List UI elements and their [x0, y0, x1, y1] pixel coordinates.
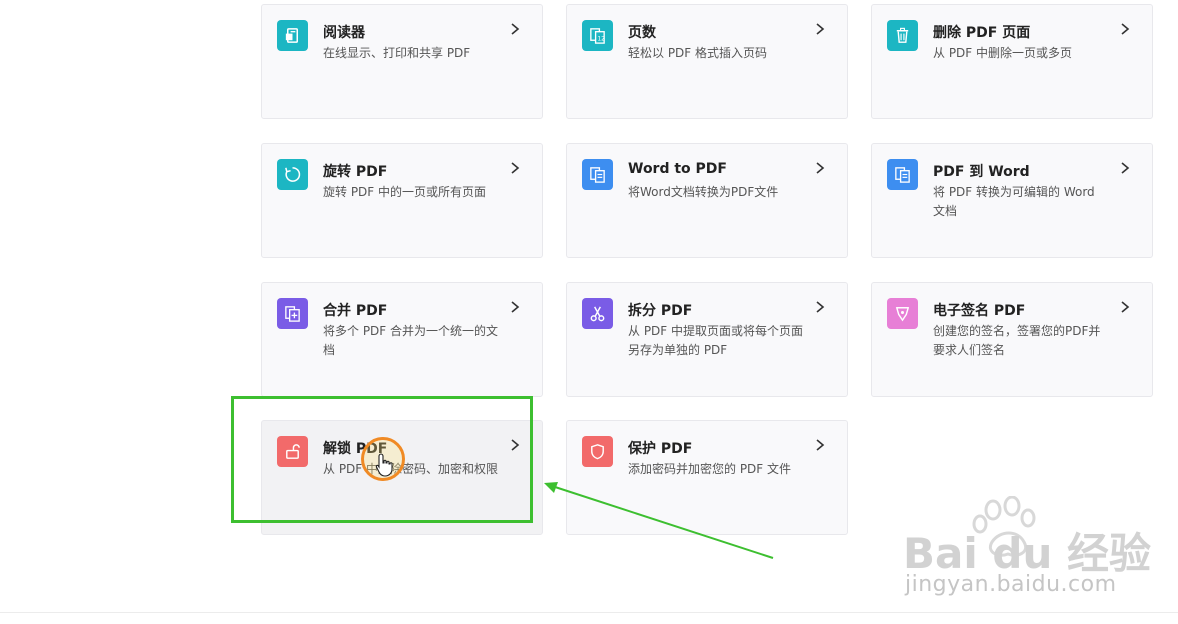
card-delete-pages[interactable]: 删除 PDF 页面 从 PDF 中删除一页或多页 — [871, 4, 1153, 119]
card-merge[interactable]: 合并 PDF 将多个 PDF 合并为一个统一的文档 — [261, 282, 543, 397]
card-title: 删除 PDF 页面 — [933, 25, 1031, 41]
card-description: 轻松以 PDF 格式插入页码 — [628, 46, 768, 60]
pen-nib-icon — [887, 298, 918, 329]
chevron-right-icon — [511, 301, 520, 313]
chevron-right-icon — [816, 439, 825, 451]
chevron-right-icon — [511, 23, 520, 35]
card-title: 拆分 PDF — [628, 303, 693, 319]
card-title: 保护 PDF — [628, 441, 693, 457]
page: 阅读器 在线显示、打印和共享 PDF 12 页数 轻松以 PDF 格式插入页码 … — [0, 0, 1178, 624]
card-title: PDF 到 Word — [933, 164, 1030, 180]
chevron-right-icon — [1121, 301, 1130, 313]
card-reader[interactable]: 阅读器 在线显示、打印和共享 PDF — [261, 4, 543, 119]
card-split[interactable]: 拆分 PDF 从 PDF 中提取页面或将每个页面另存为单独的 PDF — [566, 282, 848, 397]
page-numbers-icon: 12 — [582, 20, 613, 51]
chevron-right-icon — [816, 162, 825, 174]
watermark-url: jingyan.baidu.com — [905, 572, 1117, 597]
card-title: 旋转 PDF — [323, 164, 388, 180]
reader-icon — [277, 20, 308, 51]
chevron-right-icon — [816, 23, 825, 35]
card-description: 将 PDF 转换为可编辑的 Word 文档 — [933, 185, 1095, 218]
chevron-right-icon — [1121, 162, 1130, 174]
card-rotate[interactable]: 旋转 PDF 旋转 PDF 中的一页或所有页面 — [261, 143, 543, 258]
svg-text:12: 12 — [598, 36, 606, 42]
chevron-right-icon — [816, 301, 825, 313]
card-pdf-to-word[interactable]: PDF 到 Word 将 PDF 转换为可编辑的 Word 文档 — [871, 143, 1153, 258]
card-description: 在线显示、打印和共享 PDF — [323, 46, 471, 60]
scissors-icon — [582, 298, 613, 329]
card-title: 电子签名 PDF — [933, 303, 1026, 319]
card-title: 页数 — [628, 25, 656, 41]
chevron-right-icon — [511, 162, 520, 174]
hand-cursor-icon — [375, 453, 393, 477]
card-word-to-pdf[interactable]: Word to PDF 将Word文档转换为PDF文件 — [566, 143, 848, 258]
card-esign[interactable]: 电子签名 PDF 创建您的签名，签署您的PDF并要求人们签名 — [871, 282, 1153, 397]
merge-icon — [277, 298, 308, 329]
pdf-to-word-icon — [887, 159, 918, 190]
divider — [0, 612, 1178, 613]
word-to-pdf-icon — [582, 159, 613, 190]
card-title: Word to PDF — [628, 161, 727, 177]
shield-icon — [582, 436, 613, 467]
card-title: 合并 PDF — [323, 303, 388, 319]
chevron-right-icon — [1121, 23, 1130, 35]
card-description: 创建您的签名，签署您的PDF并要求人们签名 — [933, 324, 1101, 357]
card-page-numbers[interactable]: 12 页数 轻松以 PDF 格式插入页码 — [566, 4, 848, 119]
card-description: 从 PDF 中提取页面或将每个页面另存为单独的 PDF — [628, 324, 804, 357]
trash-icon — [887, 20, 918, 51]
card-description: 从 PDF 中删除一页或多页 — [933, 46, 1073, 60]
card-description: 将Word文档转换为PDF文件 — [628, 185, 779, 199]
card-description: 将多个 PDF 合并为一个统一的文档 — [323, 324, 499, 357]
card-description: 旋转 PDF 中的一页或所有页面 — [323, 185, 487, 199]
annotation-arrow — [544, 482, 774, 559]
rotate-icon — [277, 159, 308, 190]
card-title: 阅读器 — [323, 25, 365, 41]
